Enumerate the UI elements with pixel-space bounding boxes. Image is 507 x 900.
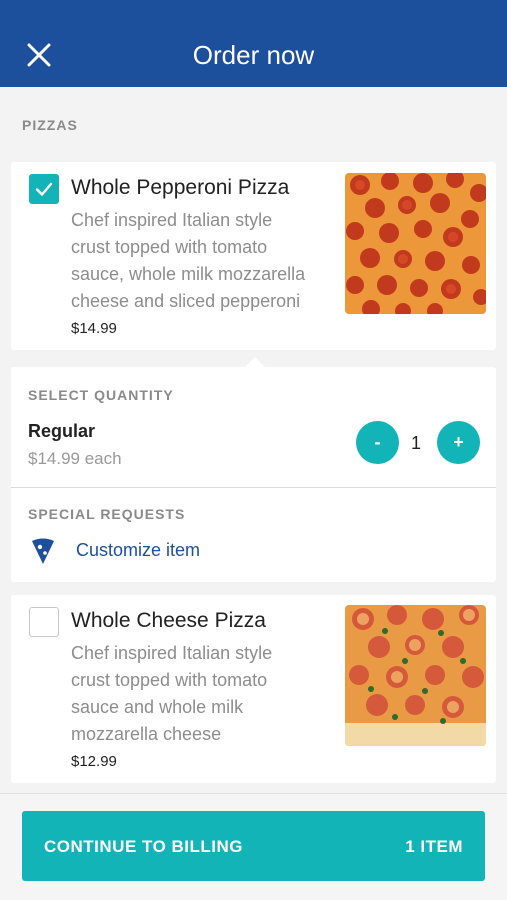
menu-item-cheese[interactable]: Whole Cheese Pizza Chef inspired Italian… xyxy=(11,595,496,783)
check-icon xyxy=(35,182,53,196)
decrease-quantity-button[interactable]: - xyxy=(356,421,399,464)
continue-to-billing-button[interactable]: CONTINUE TO BILLING 1 ITEM xyxy=(22,811,485,881)
item-price: $14.99 xyxy=(71,320,117,337)
size-price: $14.99 each xyxy=(28,449,122,468)
select-quantity-label: SELECT QUANTITY xyxy=(28,387,174,403)
pizza-slice-icon xyxy=(32,538,54,564)
item-price: $12.99 xyxy=(71,753,117,770)
divider xyxy=(11,487,496,488)
item-checkbox-pepperoni[interactable] xyxy=(29,174,59,204)
page-title: Order now xyxy=(192,40,315,70)
app-header: Order now xyxy=(0,0,507,87)
cheese-pizza-image xyxy=(345,605,486,746)
size-name: Regular xyxy=(28,421,96,441)
quantity-value: 1 xyxy=(411,433,422,453)
item-name: Whole Pepperoni Pizza xyxy=(71,176,290,199)
item-description: Chef inspired Italian style crust topped… xyxy=(71,210,306,311)
pepperoni-pizza-image xyxy=(345,173,486,314)
item-name: Whole Cheese Pizza xyxy=(71,609,266,632)
customize-item-link[interactable]: Customize item xyxy=(76,540,200,561)
menu-item-pepperoni[interactable]: Whole Pepperoni Pizza Chef inspired Ital… xyxy=(11,162,496,350)
cta-item-count: 1 ITEM xyxy=(405,837,463,856)
section-label-pizzas: PIZZAS xyxy=(22,117,78,133)
cta-label: CONTINUE TO BILLING xyxy=(44,837,244,856)
item-options-panel: SELECT QUANTITY Regular $14.99 each - 1 … xyxy=(11,367,496,582)
item-description: Chef inspired Italian style crust topped… xyxy=(71,643,273,744)
increase-quantity-button[interactable]: + xyxy=(437,421,480,464)
special-requests-label: SPECIAL REQUESTS xyxy=(28,506,186,522)
item-checkbox-cheese[interactable] xyxy=(29,607,59,637)
